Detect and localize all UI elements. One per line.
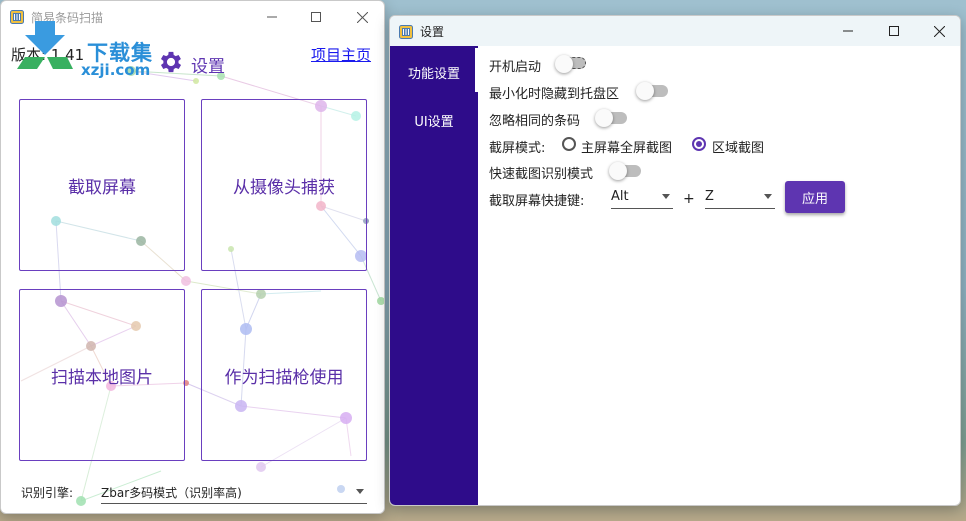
watermark-site: xzji.com xyxy=(81,61,151,79)
close-button[interactable] xyxy=(916,16,960,46)
hotkey-key-value: Z xyxy=(705,189,714,204)
toggle-knob xyxy=(555,55,573,73)
minimize-button[interactable] xyxy=(249,1,295,33)
chevron-down-icon xyxy=(356,489,364,494)
autostart-toggle[interactable] xyxy=(555,55,586,73)
app-icon xyxy=(399,25,413,39)
maximize-button[interactable] xyxy=(871,16,917,46)
close-icon xyxy=(356,11,368,23)
maximize-button[interactable] xyxy=(293,1,339,33)
close-icon xyxy=(933,25,945,37)
hide-to-tray-label: 最小化时隐藏到托盘区 xyxy=(489,87,620,102)
gear-icon[interactable] xyxy=(157,48,185,76)
engine-select[interactable]: Zbar多码模式（识别率高) xyxy=(101,482,367,504)
minimize-icon xyxy=(267,16,277,18)
hotkey-modifier-value: Alt xyxy=(611,189,629,204)
scan-local-image-button[interactable]: 扫描本地图片 xyxy=(19,289,185,461)
maximize-icon xyxy=(889,26,899,36)
sidebar-item-function-settings[interactable]: 功能设置 xyxy=(390,63,478,82)
plus-sign: + xyxy=(683,191,695,207)
scanner-gun-mode-button[interactable]: 作为扫描枪使用 xyxy=(201,289,367,461)
watermark-logo: 下载集 xzji.com xyxy=(15,19,165,79)
settings-titlebar: 设置 xyxy=(390,16,960,46)
watermark-arrow-icon xyxy=(17,21,73,69)
toggle-knob xyxy=(609,162,627,180)
sidebar-item-ui-settings[interactable]: UI设置 xyxy=(390,111,478,130)
minimize-button[interactable] xyxy=(825,16,871,46)
hide-to-tray-toggle[interactable] xyxy=(636,82,668,100)
capture-mode-fullscreen-label[interactable]: 主屏幕全屏截图 xyxy=(581,137,672,156)
settings-sidebar: 功能设置 UI设置 xyxy=(390,46,478,505)
chevron-down-icon xyxy=(662,194,670,199)
maximize-icon xyxy=(311,12,321,22)
toggle-knob xyxy=(636,82,654,100)
capture-mode-fullscreen-radio[interactable] xyxy=(562,137,576,151)
hotkey-label: 截取屏幕快捷键: xyxy=(489,194,585,209)
capture-screen-button[interactable]: 截取屏幕 xyxy=(19,99,185,271)
minimize-icon xyxy=(843,30,853,32)
capture-mode-region-radio[interactable] xyxy=(692,137,706,151)
settings-window: 设置 功能设置 UI设置 开机启动 最小化时隐藏到托盘区 忽略相同的条码 截屏模… xyxy=(389,15,961,506)
main-window: 简易条码扫描 版本: 1.41 下载集 xzji.com 设置 项目主页 截取屏… xyxy=(0,0,385,514)
capture-mode-region-label[interactable]: 区域截图 xyxy=(712,137,764,156)
project-home-link[interactable]: 项目主页 xyxy=(311,44,371,65)
close-button[interactable] xyxy=(339,1,384,33)
chevron-down-icon xyxy=(764,194,772,199)
settings-link[interactable]: 设置 xyxy=(191,52,225,77)
ignore-same-label: 忽略相同的条码 xyxy=(489,114,581,129)
capture-mode-label: 截屏模式: xyxy=(489,141,546,156)
engine-select-value: Zbar多码模式（识别率高) xyxy=(101,486,242,500)
autostart-label: 开机启动 xyxy=(489,60,542,75)
settings-title: 设置 xyxy=(420,25,445,39)
hotkey-modifier-select[interactable]: Alt xyxy=(611,187,673,209)
fast-mode-toggle[interactable] xyxy=(609,162,641,180)
toggle-knob xyxy=(595,109,613,127)
engine-label: 识别引擎: xyxy=(21,486,74,500)
ignore-same-toggle[interactable] xyxy=(595,109,627,127)
hotkey-key-select[interactable]: Z xyxy=(705,187,775,209)
fast-mode-label: 快速截图识别模式 xyxy=(489,167,594,182)
camera-capture-button[interactable]: 从摄像头捕获 xyxy=(201,99,367,271)
apply-button[interactable]: 应用 xyxy=(785,181,845,213)
